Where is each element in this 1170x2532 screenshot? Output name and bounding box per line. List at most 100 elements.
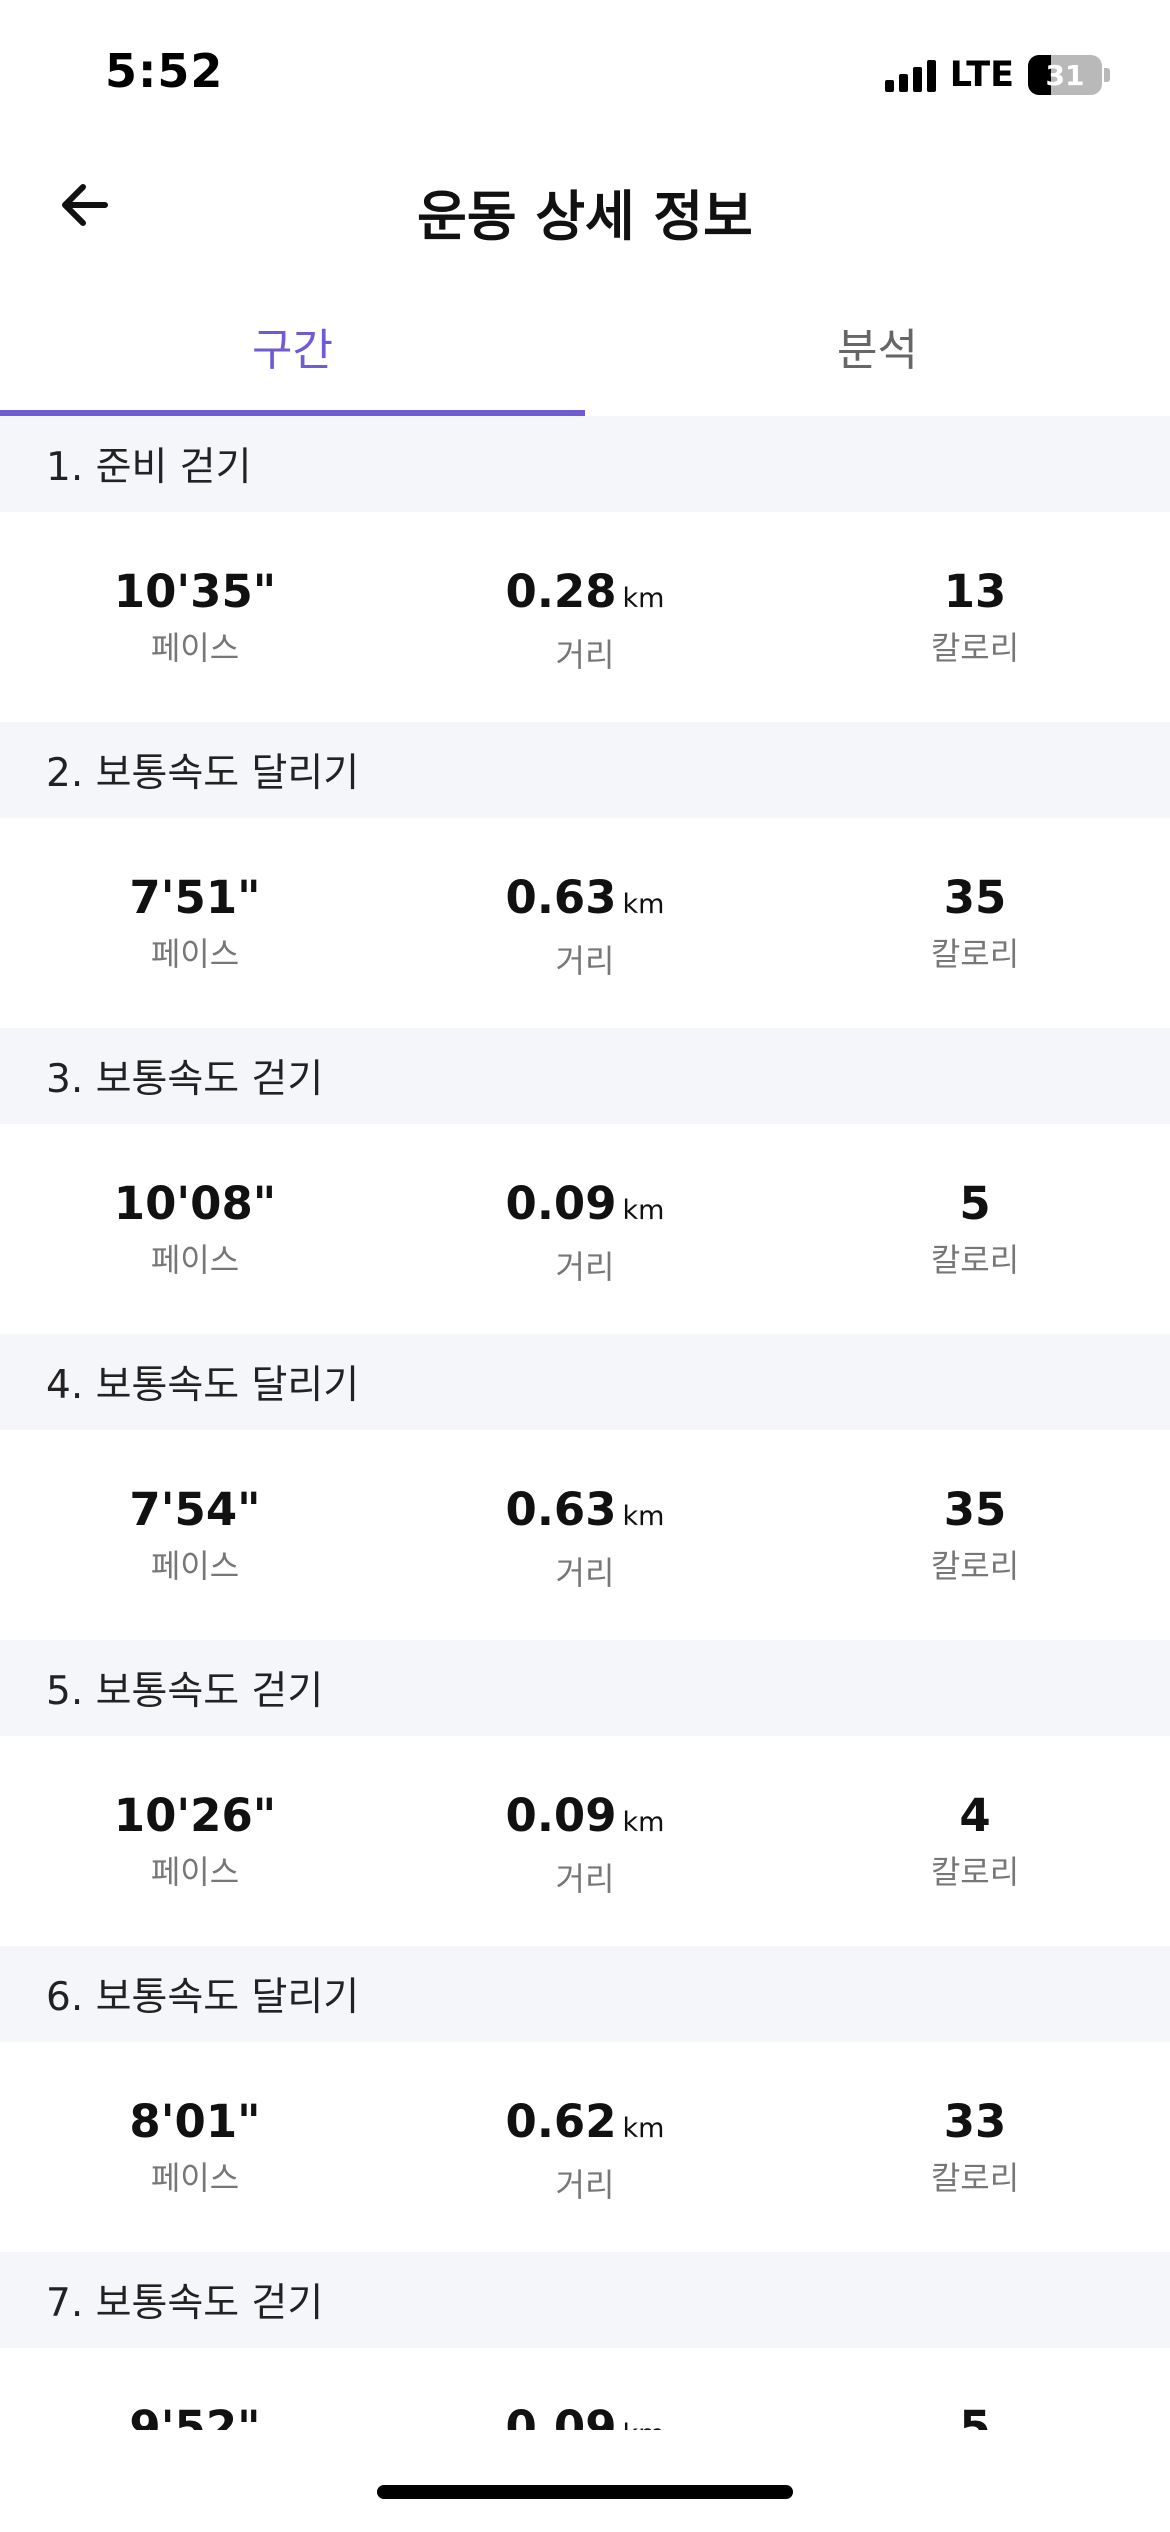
distance-stat: 0.09km거리 xyxy=(390,1176,780,1287)
pace-value: 9'52" xyxy=(129,2401,261,2430)
segment-stats: 10'08" 페이스 0.09 km 거리 5 칼로리 xyxy=(0,1124,1170,1334)
segment-header: 5. 보통속도 걷기 xyxy=(0,1640,1170,1736)
pace-stat: 9'52"페이스 xyxy=(0,2400,390,2430)
distance-value-wrap: 0.63 km xyxy=(390,1482,780,1545)
pace-value: 10'26" xyxy=(113,1789,277,1842)
page-title: 운동 상세 정보 xyxy=(417,185,753,248)
pace-stat: 7'51" 페이스 xyxy=(0,870,390,974)
segment-header: 2. 보통속도 달리기 xyxy=(0,722,1170,818)
distance-unit: km xyxy=(622,583,665,614)
calories-stat: 5 칼로리 xyxy=(780,1176,1170,1280)
calories-stat: 35 칼로리 xyxy=(780,1482,1170,1586)
calories-label: 칼로리 xyxy=(930,1853,1020,1891)
calories-value: 33 xyxy=(943,2095,1007,2148)
segment-stats: 10'26" 페이스 0.09 km 거리 4 칼로리 xyxy=(0,1736,1170,1946)
distance-unit: km xyxy=(622,889,665,920)
segment-stats: 8'01" 페이스 0.62 km 거리 33 칼로리 xyxy=(0,2042,1170,2252)
distance-label: 거리 xyxy=(555,1554,615,1592)
status-bar: 5:52 LTE 31 xyxy=(0,0,1170,150)
tab-segments[interactable]: 구간 xyxy=(0,290,585,416)
segment-header: 4. 보통속도 달리기 xyxy=(0,1334,1170,1430)
calories-stat: 4 칼로리 xyxy=(780,1788,1170,1892)
tab-label: 구간 xyxy=(252,325,333,376)
tab-bar: 구간 분석 xyxy=(0,290,1170,416)
calories-value: 4 xyxy=(959,1789,991,1842)
pace-stat: 7'54" 페이스 xyxy=(0,1482,390,1586)
segment-stats: 7'54" 페이스 0.63 km 거리 35 칼로리 xyxy=(0,1430,1170,1640)
distance-stat: 0.63 km 거리 xyxy=(390,1482,780,1593)
distance-stat: 0.62 km 거리 xyxy=(390,2094,780,2205)
pace-label: 페이스 xyxy=(150,1241,240,1279)
distance-value: 0.09 xyxy=(505,2401,617,2430)
pace-stat: 10'26" 페이스 xyxy=(0,1788,390,1892)
pace-label: 페이스 xyxy=(150,1547,240,1585)
pace-stat: 10'08" 페이스 xyxy=(0,1176,390,1280)
calories-value: 5 xyxy=(959,2401,991,2430)
distance-unit: km xyxy=(622,1501,665,1532)
tab-label: 분석 xyxy=(837,325,918,376)
distance-label: 거리 xyxy=(555,2166,615,2204)
distance-label: 거리 xyxy=(555,636,615,674)
distance-value: 0.63 xyxy=(505,1483,617,1536)
calories-stat: 13 칼로리 xyxy=(780,564,1170,668)
pace-value: 10'35" xyxy=(113,565,277,618)
calories-label: 칼로리 xyxy=(930,1547,1020,1585)
battery-cap xyxy=(1104,68,1110,82)
pace-stat: 8'01" 페이스 xyxy=(0,2094,390,2198)
pace-label: 페이스 xyxy=(150,935,240,973)
pace-label: 페이스 xyxy=(150,2159,240,2197)
distance-unit: km xyxy=(622,1807,665,1838)
distance-value: 0.62 xyxy=(505,2095,617,2148)
distance-value: 0.28 xyxy=(505,565,617,618)
distance-value-wrap: 0.09km xyxy=(390,1788,780,1851)
pace-label: 페이스 xyxy=(150,1853,240,1891)
distance-stat: 0.09km거리 xyxy=(390,1788,780,1899)
pace-value: 8'01" xyxy=(129,2095,261,2148)
distance-label: 거리 xyxy=(555,942,615,980)
header: 운동 상세 정보 xyxy=(0,150,1170,260)
home-indicator[interactable] xyxy=(377,2485,793,2499)
distance-unit: km xyxy=(622,2113,665,2144)
pace-value: 7'54" xyxy=(129,1483,261,1536)
calories-label: 칼로리 xyxy=(930,1241,1020,1279)
calories-stat: 33 칼로리 xyxy=(780,2094,1170,2198)
calories-value: 35 xyxy=(943,871,1007,924)
distance-stat: 0.63 km 거리 xyxy=(390,870,780,981)
distance-value: 0.63 xyxy=(505,871,617,924)
pace-value: 10'08" xyxy=(113,1177,277,1230)
calories-label: 칼로리 xyxy=(930,935,1020,973)
distance-value-wrap: 0.63 km xyxy=(390,870,780,933)
distance-unit: km xyxy=(622,1195,665,1226)
pace-stat: 10'35" 페이스 xyxy=(0,564,390,668)
distance-stat: 0.09km거리 xyxy=(390,2400,780,2430)
calories-value: 5 xyxy=(959,1177,991,1230)
distance-value: 0.09 xyxy=(505,1789,617,1842)
calories-label: 칼로리 xyxy=(930,629,1020,667)
calories-value: 13 xyxy=(943,565,1007,618)
segment-stats: 9'52"페이스0.09km거리5칼로리 xyxy=(0,2348,1170,2430)
pace-value: 7'51" xyxy=(129,871,261,924)
distance-unit: km xyxy=(623,2419,665,2430)
distance-value-wrap: 0.28 km xyxy=(390,564,780,627)
distance-stat: 0.28 km 거리 xyxy=(390,564,780,675)
calories-stat: 5칼로리 xyxy=(780,2400,1170,2430)
calories-stat: 35 칼로리 xyxy=(780,870,1170,974)
segment-header: 3. 보통속도 걷기 xyxy=(0,1028,1170,1124)
segment-header: 7. 보통속도 걷기 xyxy=(0,2252,1170,2348)
distance-value-wrap: 0.09km xyxy=(390,1176,780,1239)
pace-label: 페이스 xyxy=(150,629,240,667)
segment-header: 6. 보통속도 달리기 xyxy=(0,1946,1170,2042)
calories-value: 35 xyxy=(943,1483,1007,1536)
distance-value-wrap: 0.09 km xyxy=(390,2400,780,2430)
battery-level: 31 xyxy=(1045,58,1085,92)
distance-value-wrap: 0.62 km xyxy=(390,2094,780,2157)
segment-stats: 10'35" 페이스 0.28 km 거리 13 칼로리 xyxy=(0,512,1170,722)
distance-label: 거리 xyxy=(555,1860,615,1898)
status-time: 5:52 xyxy=(105,44,224,98)
segment-list[interactable]: 1. 준비 걷기 10'35" 페이스 0.28 km 거리 13 칼로리 2. 보통속도 달리… xyxy=(0,416,1170,2430)
segment-stats: 7'51" 페이스 0.63 km 거리 35 칼로리 xyxy=(0,818,1170,1028)
status-indicators: LTE 31 xyxy=(884,50,1110,100)
network-type: LTE xyxy=(949,55,1014,95)
segment-header: 1. 준비 걷기 xyxy=(0,416,1170,512)
tab-analysis[interactable]: 분석 xyxy=(585,290,1170,416)
